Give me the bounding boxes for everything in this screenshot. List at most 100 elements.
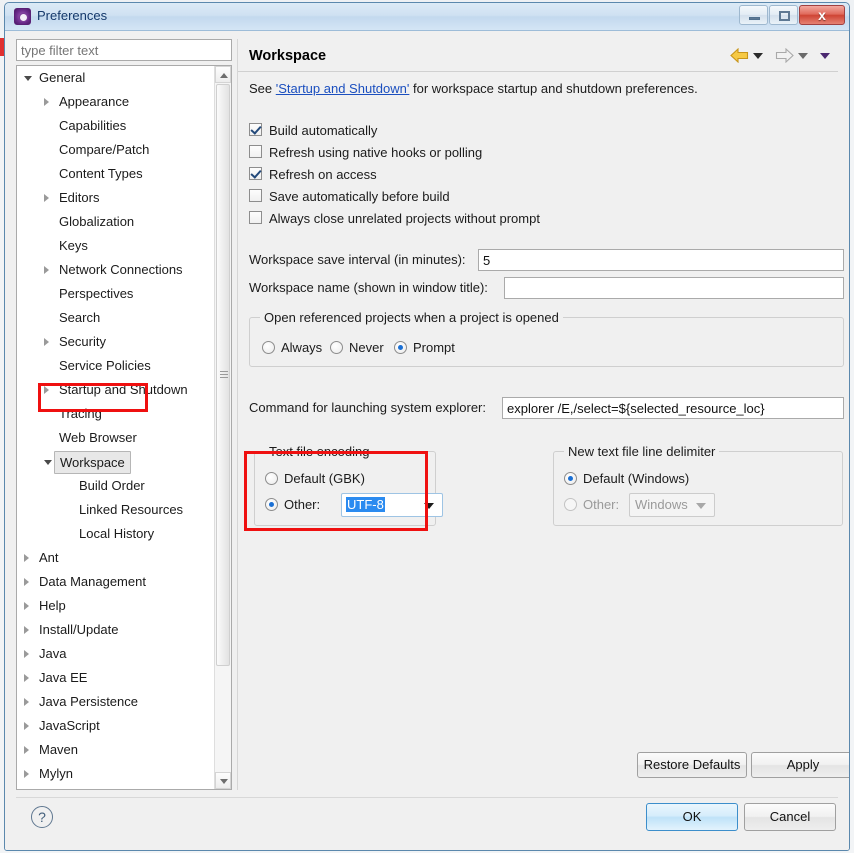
startup-shutdown-link[interactable]: 'Startup and Shutdown': [276, 81, 410, 96]
radio-icon-on[interactable]: [394, 341, 407, 354]
triangle-collapsed-icon[interactable]: [24, 650, 29, 658]
workspace-name-input[interactable]: [504, 277, 844, 299]
triangle-collapsed-icon[interactable]: [24, 578, 29, 586]
sidebar-item-java-ee[interactable]: Java EE: [17, 666, 216, 690]
page-navigation: [730, 48, 830, 63]
chevron-down-icon[interactable]: [424, 503, 434, 509]
triangle-collapsed-icon[interactable]: [24, 554, 29, 562]
sidebar-item-mylyn[interactable]: Mylyn: [17, 762, 216, 786]
sidebar-item-label: Maven: [39, 742, 79, 757]
sidebar-item-appearance[interactable]: Appearance: [17, 90, 216, 114]
ok-button[interactable]: OK: [646, 803, 738, 831]
sidebar-item-label: Build Order: [79, 478, 145, 493]
triangle-collapsed-icon[interactable]: [24, 602, 29, 610]
checkbox-icon-checked[interactable]: [249, 167, 262, 180]
sidebar-item-keys[interactable]: Keys: [17, 234, 216, 258]
checkbox-icon-unchecked[interactable]: [249, 211, 262, 224]
explorer-command-input[interactable]: [502, 397, 844, 419]
sidebar-item-compare-patch[interactable]: Compare/Patch: [17, 138, 216, 162]
sidebar-item-editors[interactable]: Editors: [17, 186, 216, 210]
sidebar-item-local-history[interactable]: Local History: [17, 522, 216, 546]
scroll-down-button[interactable]: [215, 772, 231, 789]
triangle-expanded-icon[interactable]: [44, 460, 52, 465]
sidebar-item-linked-resources[interactable]: Linked Resources: [17, 498, 216, 522]
group-text-file-encoding: Text file encoding Default (GBK) Other: …: [254, 444, 443, 526]
sidebar-item-label: Java Persistence: [39, 694, 138, 709]
triangle-expanded-icon[interactable]: [24, 76, 32, 81]
save-interval-input[interactable]: [478, 249, 844, 271]
field-save-interval: Workspace save interval (in minutes):: [249, 249, 844, 271]
grip-icon: [220, 371, 228, 380]
radio-icon-off[interactable]: [330, 341, 343, 354]
radio-label: Always: [281, 340, 323, 355]
sidebar-item-data-management[interactable]: Data Management: [17, 570, 216, 594]
dialog-titlebar[interactable]: Preferences x: [5, 3, 849, 31]
minimize-button[interactable]: [739, 5, 768, 25]
sidebar-item-plug-in-development[interactable]: Plug-in Development: [17, 786, 216, 789]
radio-icon-on[interactable]: [564, 472, 577, 485]
sidebar-item-java-persistence[interactable]: Java Persistence: [17, 690, 216, 714]
tree-vertical-scrollbar[interactable]: [214, 66, 231, 789]
checkbox-icon-unchecked[interactable]: [249, 189, 262, 202]
sidebar-item-label: Local History: [79, 526, 155, 541]
sidebar-item-build-order[interactable]: Build Order: [17, 474, 216, 498]
maximize-button[interactable]: [769, 5, 798, 25]
checkbox-icon-unchecked[interactable]: [249, 145, 262, 158]
scroll-up-button[interactable]: [215, 66, 231, 83]
view-menu-chevron-down-icon[interactable]: [820, 52, 830, 59]
sidebar-item-label: Service Policies: [59, 358, 151, 373]
close-button[interactable]: x: [799, 5, 845, 25]
sidebar-item-globalization[interactable]: Globalization: [17, 210, 216, 234]
sidebar-item-content-types[interactable]: Content Types: [17, 162, 216, 186]
sidebar-item-label: Search: [59, 310, 101, 325]
triangle-down-icon: [220, 779, 228, 784]
forward-history-chevron-down-icon[interactable]: [798, 52, 808, 59]
sidebar-item-web-browser[interactable]: Web Browser: [17, 426, 216, 450]
triangle-collapsed-icon[interactable]: [44, 386, 49, 394]
triangle-collapsed-icon[interactable]: [44, 338, 49, 346]
restore-defaults-button[interactable]: Restore Defaults: [637, 752, 747, 778]
sidebar-item-help[interactable]: Help: [17, 594, 216, 618]
triangle-collapsed-icon[interactable]: [44, 194, 49, 202]
sidebar-item-label: Tracing: [59, 406, 102, 421]
filter-input[interactable]: [16, 39, 232, 61]
triangle-collapsed-icon[interactable]: [44, 266, 49, 274]
cancel-button[interactable]: Cancel: [744, 803, 836, 831]
triangle-collapsed-icon[interactable]: [44, 98, 49, 106]
triangle-collapsed-icon[interactable]: [24, 698, 29, 706]
sidebar-item-startup-and-shutdown[interactable]: Startup and Shutdown: [17, 378, 216, 402]
radio-icon-on[interactable]: [265, 498, 278, 511]
triangle-collapsed-icon[interactable]: [24, 770, 29, 778]
checkbox-icon-checked[interactable]: [249, 123, 262, 136]
triangle-collapsed-icon[interactable]: [24, 674, 29, 682]
scrollbar-thumb[interactable]: [216, 84, 230, 666]
triangle-collapsed-icon[interactable]: [24, 746, 29, 754]
sidebar-item-java[interactable]: Java: [17, 642, 216, 666]
sidebar-item-perspectives[interactable]: Perspectives: [17, 282, 216, 306]
sidebar-item-maven[interactable]: Maven: [17, 738, 216, 762]
sidebar-item-tracing[interactable]: Tracing: [17, 402, 216, 426]
encoding-combo[interactable]: UTF-8: [341, 493, 443, 517]
radio-icon-off-disabled[interactable]: [564, 498, 577, 511]
back-arrow-icon[interactable]: [730, 48, 749, 63]
sidebar-item-workspace[interactable]: Workspace: [17, 450, 216, 474]
forward-arrow-icon[interactable]: [775, 48, 794, 63]
sidebar-item-network-connections[interactable]: Network Connections: [17, 258, 216, 282]
close-icon: x: [818, 7, 826, 23]
sidebar-item-ant[interactable]: Ant: [17, 546, 216, 570]
sidebar-item-capabilities[interactable]: Capabilities: [17, 114, 216, 138]
radio-icon-off[interactable]: [262, 341, 275, 354]
triangle-collapsed-icon[interactable]: [24, 722, 29, 730]
radio-icon-off[interactable]: [265, 472, 278, 485]
sidebar-item-search[interactable]: Search: [17, 306, 216, 330]
triangle-collapsed-icon[interactable]: [24, 626, 29, 634]
description-prefix: See: [249, 81, 276, 96]
sidebar-item-security[interactable]: Security: [17, 330, 216, 354]
help-icon[interactable]: ?: [31, 806, 53, 828]
back-history-chevron-down-icon[interactable]: [753, 52, 763, 59]
apply-button[interactable]: Apply: [751, 752, 849, 778]
sidebar-item-general[interactable]: General: [17, 66, 216, 90]
sidebar-item-service-policies[interactable]: Service Policies: [17, 354, 216, 378]
sidebar-item-javascript[interactable]: JavaScript: [17, 714, 216, 738]
sidebar-item-install-update[interactable]: Install/Update: [17, 618, 216, 642]
